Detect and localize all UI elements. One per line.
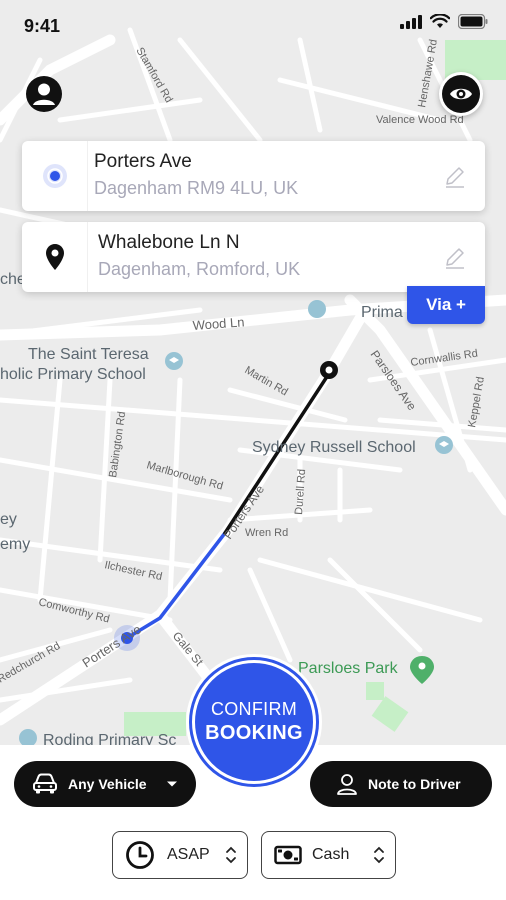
- street-label: Valence Wood Rd: [376, 114, 464, 126]
- confirm-booking-button[interactable]: CONFIRM BOOKING: [186, 654, 322, 790]
- eye-icon: [442, 75, 480, 113]
- map-canvas: The Saint Teresa holic Primary School Sy…: [0, 27, 506, 745]
- caret-down-icon: [167, 781, 177, 787]
- pencil-icon[interactable]: [443, 165, 467, 189]
- booking-label: BOOKING: [205, 722, 303, 744]
- note-to-driver-label: Note to Driver: [368, 776, 461, 792]
- pencil-icon[interactable]: [443, 246, 467, 270]
- profile-button[interactable]: [22, 72, 66, 116]
- dropoff-secondary-address: Dagenham, Romford, UK: [98, 259, 301, 279]
- location-dot-icon: [42, 164, 67, 188]
- school-poi-icon: [19, 729, 37, 745]
- clock-icon: [126, 841, 154, 869]
- up-down-chevrons-icon: [374, 846, 384, 864]
- street-label: Gale St: [170, 629, 207, 669]
- poi-label: holic Primary School: [0, 366, 146, 383]
- pickup-marker: [22, 141, 88, 211]
- street-label: Durell Rd: [293, 469, 308, 516]
- park-area: [366, 682, 384, 700]
- status-bar: 9:41: [0, 0, 506, 50]
- poi-label: emy: [0, 536, 30, 553]
- payment-method-select[interactable]: Cash: [261, 831, 396, 879]
- status-time: 9:41: [24, 16, 61, 36]
- street-label: Keppel Rd: [466, 376, 487, 429]
- confirm-label: CONFIRM: [210, 699, 298, 719]
- map-pin-icon: [45, 244, 64, 270]
- street-label: Wood Ln: [192, 314, 245, 333]
- car-icon: [33, 773, 57, 794]
- street-label: Wren Rd: [245, 527, 288, 539]
- banknote-icon: [274, 845, 302, 865]
- confirm-booking-face: CONFIRM BOOKING: [192, 660, 316, 784]
- school-poi-icon: [165, 352, 183, 370]
- time-option-label: ASAP: [167, 846, 210, 863]
- poi-label: Prima: [361, 304, 403, 321]
- status-icons: [400, 14, 488, 29]
- poi-label: Sydney Russell School: [252, 439, 416, 456]
- battery-icon: [458, 14, 488, 29]
- school-poi-icon: [435, 436, 453, 454]
- pickup-time-select[interactable]: ASAP: [112, 831, 248, 879]
- dropoff-address-card[interactable]: Whalebone Ln N Dagenham, Romford, UK: [22, 222, 485, 292]
- user-outline-icon: [337, 774, 357, 795]
- wifi-icon: [430, 14, 450, 28]
- poi-label: The Saint Teresa: [28, 346, 149, 363]
- park-poi-icon: [410, 656, 434, 684]
- poi-label: Parsloes Park: [298, 660, 399, 677]
- up-down-chevrons-icon: [226, 846, 236, 864]
- vehicle-label: Any Vehicle: [68, 776, 147, 792]
- street-label: Babington Rd: [107, 411, 128, 479]
- note-to-driver-button[interactable]: Note to Driver: [310, 761, 492, 807]
- pickup-secondary-address: Dagenham RM9 4LU, UK: [94, 178, 299, 198]
- map-view[interactable]: The Saint Teresa holic Primary School Sy…: [0, 0, 506, 745]
- visibility-toggle-button[interactable]: [439, 72, 483, 116]
- payment-option-label: Cash: [312, 846, 350, 863]
- cellular-signal-icon: [400, 14, 422, 29]
- poi-label: Roding Primary Sc: [43, 732, 176, 745]
- pickup-address-card[interactable]: Porters Ave Dagenham RM9 4LU, UK: [22, 141, 485, 211]
- pickup-primary-address: Porters Ave: [94, 151, 192, 172]
- poi-label: ey: [0, 511, 17, 528]
- profile-icon: [26, 76, 62, 112]
- vehicle-selector-button[interactable]: Any Vehicle: [14, 761, 196, 807]
- mosque-poi-icon: [308, 300, 326, 318]
- dropoff-marker: [22, 222, 88, 292]
- add-via-button[interactable]: Via +: [407, 286, 485, 324]
- park-area: [371, 696, 409, 732]
- dropoff-primary-address: Whalebone Ln N: [98, 232, 240, 253]
